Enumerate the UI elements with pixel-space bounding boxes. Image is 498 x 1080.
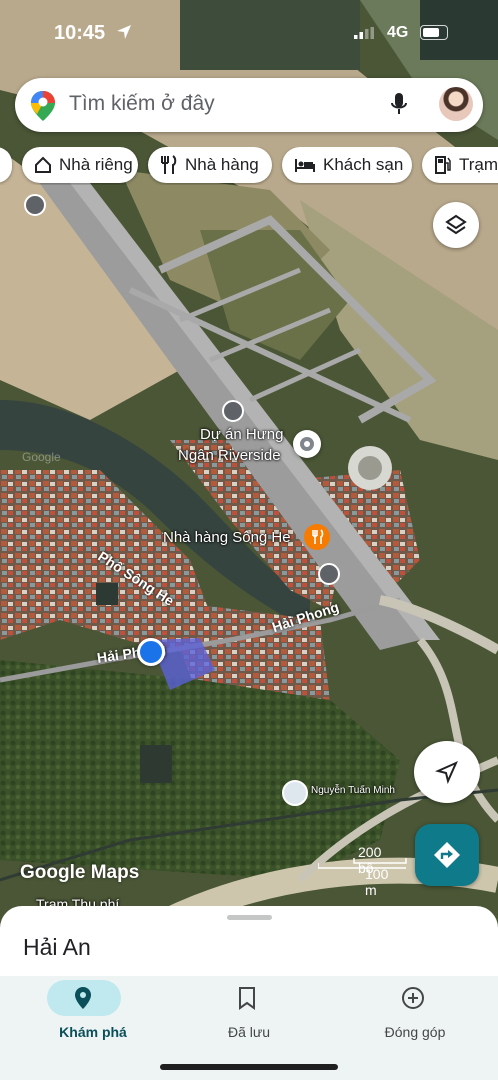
tab-saved[interactable]: Đã lưu: [166, 976, 332, 1046]
user-label[interactable]: Nguyễn Tuấn Minh: [311, 785, 395, 796]
location-pin-icon: [75, 987, 91, 1009]
recenter-button[interactable]: [414, 741, 480, 803]
layers-button[interactable]: [433, 202, 479, 248]
chip-restaurants[interactable]: Nhà hàng: [148, 147, 272, 183]
directions-icon: [434, 842, 460, 868]
home-icon: [35, 156, 51, 173]
bus-stop-icon[interactable]: [24, 194, 46, 216]
scale-metric: 100 m: [365, 866, 389, 898]
tab-label: Khám phá: [59, 1024, 127, 1040]
restaurant-icon: [161, 155, 177, 174]
my-location-dot[interactable]: [137, 638, 165, 666]
google-maps-logo: Google Maps: [20, 862, 140, 883]
chip-label: Trạm: [459, 155, 498, 174]
microphone-icon[interactable]: [389, 91, 409, 119]
category-chips: Nhà riêng Nhà hàng Khách sạn Trạm: [0, 147, 498, 185]
chip-label: Khách sạn: [323, 155, 404, 174]
location-arrow-icon: [117, 25, 131, 39]
network-type: 4G: [387, 24, 409, 41]
tab-contribute[interactable]: Đóng góp: [332, 976, 498, 1046]
map-watermark: Google: [22, 450, 61, 464]
sheet-drag-handle[interactable]: [227, 915, 272, 920]
battery-icon: [420, 25, 448, 40]
poi-label-riverside-2[interactable]: Ngân Riverside: [178, 447, 281, 464]
user-avatar-marker[interactable]: [282, 780, 308, 806]
tab-explore[interactable]: Khám phá: [10, 976, 176, 1046]
place-pin-icon[interactable]: [293, 430, 321, 458]
tab-label: Đã lưu: [227, 1024, 271, 1040]
navigation-arrow-icon: [435, 761, 458, 784]
status-bar: 10:45 4G: [0, 0, 498, 64]
google-maps-pin-icon: [31, 91, 55, 121]
chip-home[interactable]: Nhà riêng: [22, 147, 138, 183]
profile-avatar[interactable]: [439, 87, 473, 121]
search-bar[interactable]: Tìm kiếm ở đây: [15, 78, 483, 132]
chip-label: Nhà riêng: [59, 155, 133, 174]
chip-hotels[interactable]: Khách sạn: [282, 147, 412, 183]
hotel-icon: [295, 159, 315, 172]
search-input[interactable]: Tìm kiếm ở đây: [69, 92, 215, 116]
layers-icon: [445, 214, 467, 235]
chip-gas[interactable]: Trạm: [422, 147, 498, 183]
area-name: Hải An: [23, 934, 91, 960]
poi-label-riverside[interactable]: Dự án Hưng: [200, 426, 283, 443]
status-time: 10:45: [54, 22, 106, 44]
home-indicator: [160, 1064, 338, 1070]
bus-stop-icon[interactable]: [318, 563, 340, 585]
tab-label: Đóng góp: [384, 1024, 446, 1040]
poi-label-restaurant[interactable]: Nhà hàng Sông He: [163, 529, 291, 546]
chip-label: Nhà hàng: [185, 155, 259, 174]
signal-icon: [354, 27, 374, 39]
add-circle-icon: [402, 987, 424, 1009]
restaurant-marker-icon[interactable]: [304, 524, 330, 550]
gas-station-icon: [435, 156, 451, 174]
chip-partial-left[interactable]: [0, 147, 12, 183]
bookmark-icon: [239, 987, 255, 1010]
bus-stop-icon[interactable]: [222, 400, 244, 422]
directions-button[interactable]: [415, 824, 479, 886]
